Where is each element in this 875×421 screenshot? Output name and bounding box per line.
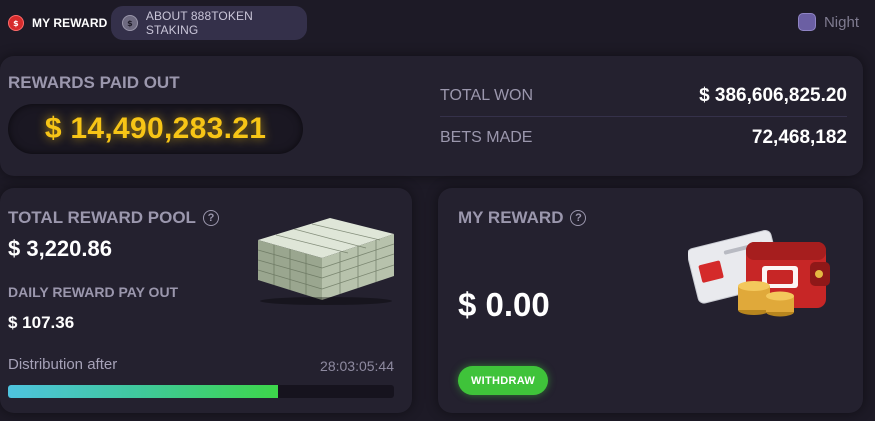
rewards-paid-out-label: REWARDS PAID OUT (8, 73, 180, 92)
rewards-paid-out-display: $ 14,490,283.21 (8, 104, 303, 154)
top-nav: $ MY REWARD $ ABOUT 888TOKEN STAKING Nig… (0, 0, 875, 46)
daily-reward-label: DAILY REWARD PAY OUT (8, 284, 179, 300)
my-reward-title: MY REWARD ? (458, 208, 587, 228)
night-mode-toggle[interactable]: Night (797, 13, 859, 31)
distribution-timer: 28:03:05:44 (320, 358, 394, 374)
total-reward-pool-title: TOTAL REWARD POOL ? (8, 208, 219, 228)
total-won-row: TOTAL WON $ 386,606,825.20 (440, 82, 847, 110)
daily-reward-value: $ 107.36 (8, 313, 75, 332)
total-won-label: TOTAL WON (440, 87, 534, 104)
tab-about-staking[interactable]: $ ABOUT 888TOKEN STAKING (111, 6, 307, 40)
wallet-icon (688, 229, 830, 317)
tab-my-reward-label: MY REWARD (32, 16, 108, 30)
tab-my-reward[interactable]: $ MY REWARD (8, 6, 107, 40)
bets-made-row: BETS MADE 72,468,182 (440, 124, 847, 152)
withdraw-button[interactable]: WITHDRAW (458, 366, 548, 395)
distribution-progress-fill (8, 385, 279, 398)
total-reward-pool-label: TOTAL REWARD POOL (8, 208, 196, 227)
total-won-value: $ 386,606,825.20 (699, 85, 847, 106)
help-icon[interactable]: ? (202, 210, 219, 226)
stat-divider (440, 116, 847, 117)
bets-made-value: 72,468,182 (751, 127, 847, 148)
night-checkbox[interactable] (797, 13, 816, 31)
total-reward-pool-value: $ 3,220.86 (8, 236, 112, 261)
my-reward-label: MY REWARD (458, 208, 564, 227)
tab-about-label: ABOUT 888TOKEN STAKING (145, 9, 253, 37)
my-reward-value: $ 0.00 (458, 286, 550, 323)
money-stack-icon (257, 218, 395, 305)
coin-icon: $ (8, 15, 24, 31)
night-label: Night (823, 13, 859, 31)
distribution-label: Distribution after (8, 356, 118, 373)
distribution-progress-bar (8, 385, 394, 398)
help-icon[interactable]: ? (570, 210, 587, 226)
rewards-paid-out-value: $ 14,490,283.21 (44, 112, 267, 145)
coin-icon: $ (122, 15, 138, 31)
bets-made-label: BETS MADE (440, 129, 533, 146)
